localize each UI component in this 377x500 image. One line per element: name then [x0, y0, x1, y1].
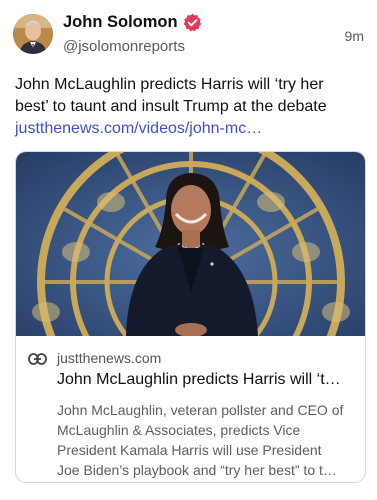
link-preview-image[interactable] [16, 152, 365, 436]
post[interactable]: John Solomon @jsolomonreports 9m John Mc… [0, 0, 377, 500]
author-display-name[interactable]: John Solomon [63, 13, 178, 32]
verified-badge-icon [183, 13, 202, 32]
description-line: President Kamala Harris will use Preside… [57, 442, 322, 458]
link-domain-row: justthenews.com [28, 350, 161, 366]
post-timestamp: 9m [344, 28, 364, 44]
link-domain: justthenews.com [57, 350, 162, 366]
description-line: John McLaughlin, veteran pollster and CE… [57, 402, 344, 418]
post-text-line: John McLaughlin predicts Harris will ‘tr… [15, 76, 324, 93]
post-link[interactable]: justthenews.com/videos/john-mc… [15, 118, 367, 140]
author-handle[interactable]: @jsolomonreports [63, 38, 185, 55]
description-line: Joe Biden’s playbook and “try her best” … [57, 462, 337, 478]
author-name-row[interactable]: John Solomon [63, 13, 202, 32]
post-text: John McLaughlin predicts Harris will ‘tr… [15, 74, 367, 140]
author-avatar[interactable] [13, 14, 53, 54]
link-preview-card[interactable]: justthenews.com John McLaughlin predicts… [15, 151, 366, 483]
post-text-line: best’ to taunt and insult Trump at the d… [15, 98, 327, 115]
link-preview-description: John McLaughlin, veteran pollster and CE… [57, 400, 361, 480]
link-icon [28, 352, 47, 365]
link-preview-title[interactable]: John McLaughlin predicts Harris will ‘t… [57, 371, 357, 389]
description-line: McLaughlin & Associates, predicts Vice [57, 422, 301, 438]
